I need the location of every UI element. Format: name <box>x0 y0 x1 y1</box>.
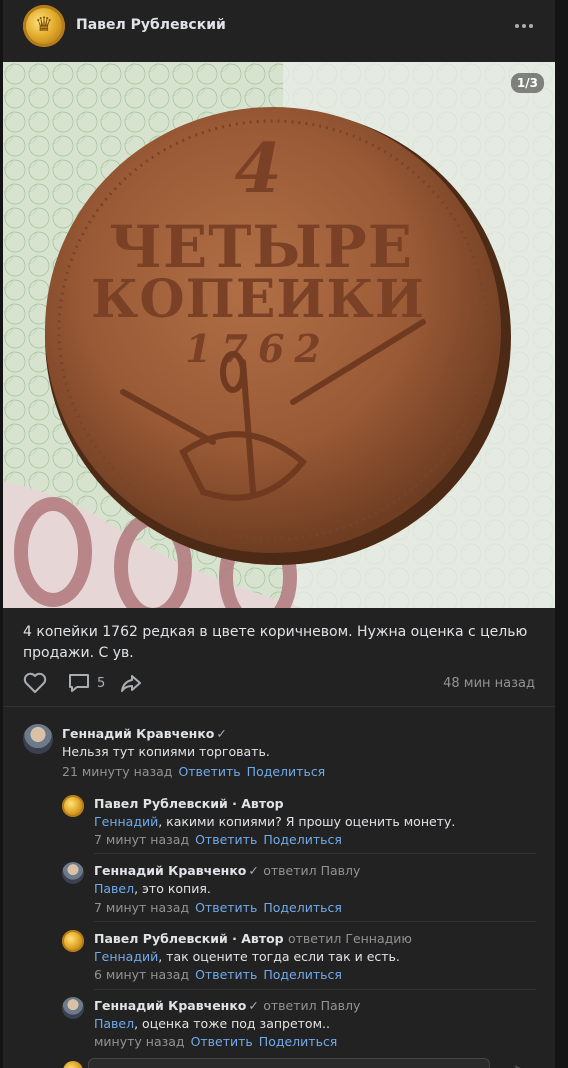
photo-counter: 1/3 <box>510 73 544 93</box>
share-link[interactable]: Поделиться <box>259 1034 338 1049</box>
divider <box>94 989 536 990</box>
commenter-avatar[interactable] <box>62 862 84 884</box>
eagle-icon: ♛ <box>35 12 53 36</box>
verified-icon: ✓ <box>248 998 259 1013</box>
replied-to: ответил Геннадию <box>287 931 412 946</box>
author-name[interactable]: Павел Рублевский <box>76 17 226 33</box>
divider <box>94 921 536 922</box>
post-header: ♛ Павел Рублевский <box>3 0 555 55</box>
comment-meta: 7 минут назад Ответить Поделиться <box>94 900 342 915</box>
comment-author[interactable]: Геннадий Кравченко ✓ ответил Павлу <box>94 863 360 878</box>
reply-link[interactable]: Ответить <box>195 967 257 982</box>
comment-time[interactable]: 6 минут назад <box>94 967 189 982</box>
reply-link[interactable]: Ответить <box>191 1034 253 1049</box>
share-link[interactable]: Поделиться <box>263 832 342 847</box>
comment-text: Геннадий, так оцените тогда если так и е… <box>94 949 400 964</box>
comment-time[interactable]: минуту назад <box>94 1034 185 1049</box>
coin-photo-image: 4 ЧЕТЫРЕ КОПЕИКИ 1762 <box>3 62 555 608</box>
comment-count: 5 <box>97 675 106 691</box>
divider <box>94 853 536 854</box>
comment-time[interactable]: 21 минуту назад <box>62 764 172 779</box>
send-icon[interactable]: ➤ <box>513 1062 525 1068</box>
mention-link[interactable]: Павел <box>94 881 134 896</box>
replied-to: ответил Павлу <box>263 998 361 1013</box>
share-button[interactable] <box>119 672 143 694</box>
commenter-avatar[interactable] <box>62 997 84 1019</box>
author-avatar[interactable]: ♛ <box>23 5 65 47</box>
comment-meta: минуту назад Ответить Поделиться <box>94 1034 337 1049</box>
reply-link[interactable]: Ответить <box>195 832 257 847</box>
comment-author[interactable]: Павел Рублевский · Автор <box>94 796 284 811</box>
comment-meta: 21 минуту назад Ответить Поделиться <box>62 764 325 779</box>
share-link[interactable]: Поделиться <box>263 967 342 982</box>
comment-author[interactable]: Геннадий Кравченко ✓ ответил Павлу <box>94 998 360 1013</box>
svg-text:1762: 1762 <box>185 326 331 371</box>
like-button[interactable] <box>23 672 47 694</box>
verified-icon: ✓ <box>216 726 227 741</box>
comment-text: Геннадий, какими копиями? Я прошу оценит… <box>94 814 456 829</box>
comment-text: Павел, оценка тоже под запретом.. <box>94 1016 330 1031</box>
commenter-avatar[interactable] <box>23 724 53 754</box>
comment-input[interactable] <box>88 1058 490 1068</box>
share-icon <box>121 675 141 692</box>
svg-text:4: 4 <box>234 129 281 209</box>
reply-link[interactable]: Ответить <box>195 900 257 915</box>
comment-icon <box>69 674 89 692</box>
mention-link[interactable]: Геннадий <box>94 949 158 964</box>
commenter-avatar[interactable] <box>62 930 84 952</box>
post-photo[interactable]: 4 ЧЕТЫРЕ КОПЕИКИ 1762 1/3 <box>3 62 555 608</box>
post-time[interactable]: 48 мин назад <box>443 676 535 691</box>
comment-text: Павел, это копия. <box>94 881 211 896</box>
comment-button[interactable]: 5 <box>67 672 105 694</box>
commenter-avatar[interactable] <box>62 795 84 817</box>
reply-link[interactable]: Ответить <box>178 764 240 779</box>
heart-icon <box>23 672 47 693</box>
post-text: 4 копейки 1762 редкая в цвете коричневом… <box>23 624 528 661</box>
replied-to: ответил Павлу <box>263 863 361 878</box>
post-actions: 5 48 мин назад <box>23 672 535 698</box>
my-avatar <box>63 1061 83 1068</box>
mention-link[interactable]: Геннадий <box>94 814 158 829</box>
post-card: ♛ Павел Рублевский 4 ЧЕТЫРЕ КОПЕИКИ 1762… <box>3 0 555 1068</box>
comment-time[interactable]: 7 минут назад <box>94 832 189 847</box>
share-link[interactable]: Поделиться <box>247 764 326 779</box>
comment-meta: 6 минут назад Ответить Поделиться <box>94 967 342 982</box>
comment-author[interactable]: Геннадий Кравченко ✓ <box>62 726 227 741</box>
divider <box>3 706 555 707</box>
svg-text:КОПЕИКИ: КОПЕИКИ <box>91 269 425 330</box>
comment-author[interactable]: Павел Рублевский · Автор ответил Геннади… <box>94 931 412 946</box>
comment-time[interactable]: 7 минут назад <box>94 900 189 915</box>
mention-link[interactable]: Павел <box>94 1016 134 1031</box>
share-link[interactable]: Поделиться <box>263 900 342 915</box>
comment-meta: 7 минут назад Ответить Поделиться <box>94 832 342 847</box>
verified-icon: ✓ <box>248 863 259 878</box>
more-options-icon[interactable] <box>515 19 533 33</box>
comment-text: Нельзя тут копиями торговать. <box>62 744 270 759</box>
